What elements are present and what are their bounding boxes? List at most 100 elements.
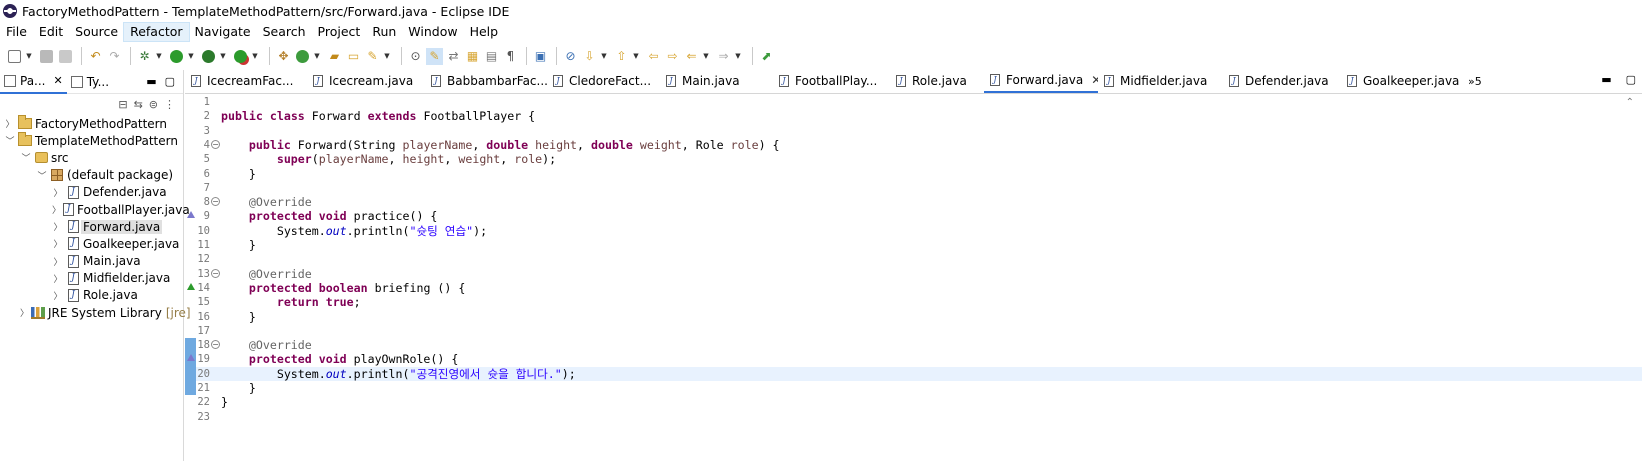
maximize-icon[interactable]: ▢: [1626, 73, 1636, 86]
show-whitespace-icon[interactable]: ¶: [502, 48, 519, 65]
editor-tab[interactable]: J FootballPlay...: [773, 69, 890, 93]
chevron-right-icon[interactable]: 〉: [52, 220, 64, 233]
skip-breakpoints-icon[interactable]: ⊘: [562, 48, 579, 65]
more-tabs-button[interactable]: »5: [1468, 70, 1482, 94]
chevron-right-icon[interactable]: 〉: [52, 237, 64, 250]
tree-item[interactable]: 〉 J Role.java: [0, 287, 183, 304]
code-editor[interactable]: ⌃ 1 2 public class Forward extends Footba…: [185, 95, 1642, 461]
redo-icon[interactable]: ↷: [106, 48, 123, 65]
forward-dropdown-icon[interactable]: ▼: [734, 48, 742, 65]
fold-collapse-icon[interactable]: −: [211, 268, 220, 278]
editor-tab[interactable]: J Goalkeeper.java: [1341, 69, 1467, 93]
editor-tab[interactable]: J CledoreFact...: [547, 69, 660, 93]
console-icon[interactable]: ▣: [532, 48, 549, 65]
new-java-class-icon[interactable]: [294, 48, 311, 65]
block-selection-icon[interactable]: ⇄: [445, 48, 462, 65]
fold-collapse-icon[interactable]: −: [211, 139, 220, 149]
fold-collapse-icon[interactable]: −: [211, 340, 220, 350]
editor-tab-active[interactable]: J Forward.java ✕: [984, 69, 1098, 93]
chevron-right-icon[interactable]: 〉: [52, 255, 64, 268]
tab-package-explorer[interactable]: Pa... ✕: [0, 69, 67, 94]
chevron-right-icon[interactable]: 〉: [4, 117, 16, 130]
run-dropdown-icon[interactable]: ▼: [187, 48, 195, 65]
tree-item[interactable]: 〉 J Midfielder.java: [0, 270, 183, 287]
save-icon[interactable]: [38, 48, 55, 65]
open-type-icon[interactable]: ▰: [326, 48, 343, 65]
view-menu-icon[interactable]: ⋮: [164, 98, 175, 111]
menu-project[interactable]: Project: [312, 23, 367, 41]
menu-window[interactable]: Window: [402, 23, 463, 41]
chevron-down-icon[interactable]: ﹀: [20, 151, 32, 164]
tree-item[interactable]: 〉 J Defender.java: [0, 184, 183, 201]
previous-annotation-dropdown-icon[interactable]: ▼: [632, 48, 640, 65]
next-edit-icon[interactable]: ⇨: [664, 48, 681, 65]
coverage-icon[interactable]: [200, 48, 217, 65]
chevron-down-icon[interactable]: ﹀: [4, 134, 16, 147]
undo-icon[interactable]: ↶: [87, 48, 104, 65]
word-wrap-icon[interactable]: ▦: [464, 48, 481, 65]
back-icon[interactable]: ⇐: [683, 48, 700, 65]
chevron-right-icon[interactable]: 〉: [20, 306, 29, 319]
menu-search[interactable]: Search: [257, 23, 312, 41]
next-annotation-icon[interactable]: ⇩: [581, 48, 598, 65]
coverage-dropdown-icon[interactable]: ▼: [219, 48, 227, 65]
new-class-dropdown-icon[interactable]: ▼: [313, 48, 321, 65]
tab-type-hierarchy[interactable]: Ty...: [67, 70, 113, 94]
last-edit-location-icon[interactable]: ⇦: [645, 48, 662, 65]
new-dropdown-icon[interactable]: ▼: [25, 48, 33, 65]
chevron-down-icon[interactable]: ﹀: [36, 169, 48, 182]
menu-refactor[interactable]: Refactor: [123, 22, 190, 42]
mark-occurrences-icon[interactable]: ⊙: [407, 48, 424, 65]
editor-tab[interactable]: J IcecreamFac...: [185, 69, 307, 93]
chevron-right-icon[interactable]: 〉: [52, 272, 64, 285]
tree-item[interactable]: 〉 J Main.java: [0, 253, 183, 270]
tree-item[interactable]: ﹀ (default package): [0, 167, 183, 184]
menu-edit[interactable]: Edit: [33, 23, 69, 41]
external-tools-dropdown-icon[interactable]: ▼: [251, 48, 259, 65]
menu-file[interactable]: File: [0, 23, 33, 41]
menu-navigate[interactable]: Navigate: [189, 23, 257, 41]
focus-icon[interactable]: ⊜: [149, 98, 158, 111]
search-icon[interactable]: ✎: [364, 48, 381, 65]
editor-tab[interactable]: J Midfielder.java: [1098, 69, 1223, 93]
tree-item[interactable]: 〉 J FootballPlayer.java: [0, 201, 190, 218]
maximize-icon[interactable]: ▢: [165, 75, 175, 88]
search-dropdown-icon[interactable]: ▼: [383, 48, 391, 65]
previous-annotation-icon[interactable]: ⇧: [613, 48, 630, 65]
next-annotation-dropdown-icon[interactable]: ▼: [600, 48, 608, 65]
debug-dropdown-icon[interactable]: ▼: [155, 48, 163, 65]
tree-item[interactable]: 〉 JRE System Library [jre]: [0, 304, 191, 321]
menu-help[interactable]: Help: [464, 23, 505, 41]
menu-source[interactable]: Source: [69, 23, 124, 41]
new-icon[interactable]: [6, 48, 23, 65]
minimize-icon[interactable]: ▬: [1601, 73, 1611, 86]
minimize-icon[interactable]: ▬: [146, 75, 156, 88]
fold-collapse-icon[interactable]: −: [211, 197, 220, 207]
editor-tab[interactable]: J Main.java: [660, 69, 773, 93]
collapse-all-icon[interactable]: ⊟: [118, 98, 127, 111]
chevron-right-icon[interactable]: 〉: [52, 186, 64, 199]
tree-item[interactable]: ﹀ src: [0, 149, 183, 166]
external-tools-icon[interactable]: [232, 48, 249, 65]
close-icon[interactable]: ✕: [54, 74, 63, 87]
pin-editor-icon[interactable]: ⬈: [758, 48, 775, 65]
run-icon[interactable]: [168, 48, 185, 65]
new-java-project-icon[interactable]: ✥: [275, 48, 292, 65]
open-folder-icon[interactable]: ▭: [345, 48, 362, 65]
debug-icon[interactable]: ✲: [136, 48, 153, 65]
menu-run[interactable]: Run: [366, 23, 402, 41]
chevron-right-icon[interactable]: 〉: [52, 203, 61, 216]
close-icon[interactable]: ✕: [1091, 73, 1098, 87]
editor-tab[interactable]: J Role.java: [890, 69, 984, 93]
toggle-breadcrumb-icon[interactable]: ▤: [483, 48, 500, 65]
editor-tab[interactable]: J BabbambarFac...: [425, 69, 547, 93]
link-with-editor-icon[interactable]: ⇆: [134, 98, 143, 111]
tree-item[interactable]: ﹀ TemplateMethodPattern: [0, 132, 183, 149]
tree-item[interactable]: 〉 J Goalkeeper.java: [0, 235, 183, 252]
save-all-icon[interactable]: [57, 48, 74, 65]
forward-icon[interactable]: ⇒: [715, 48, 732, 65]
back-dropdown-icon[interactable]: ▼: [702, 48, 710, 65]
editor-tab[interactable]: J Icecream.java: [307, 69, 425, 93]
editor-tab[interactable]: J Defender.java: [1223, 69, 1341, 93]
tree-item[interactable]: 〉 J Forward.java: [0, 218, 183, 235]
